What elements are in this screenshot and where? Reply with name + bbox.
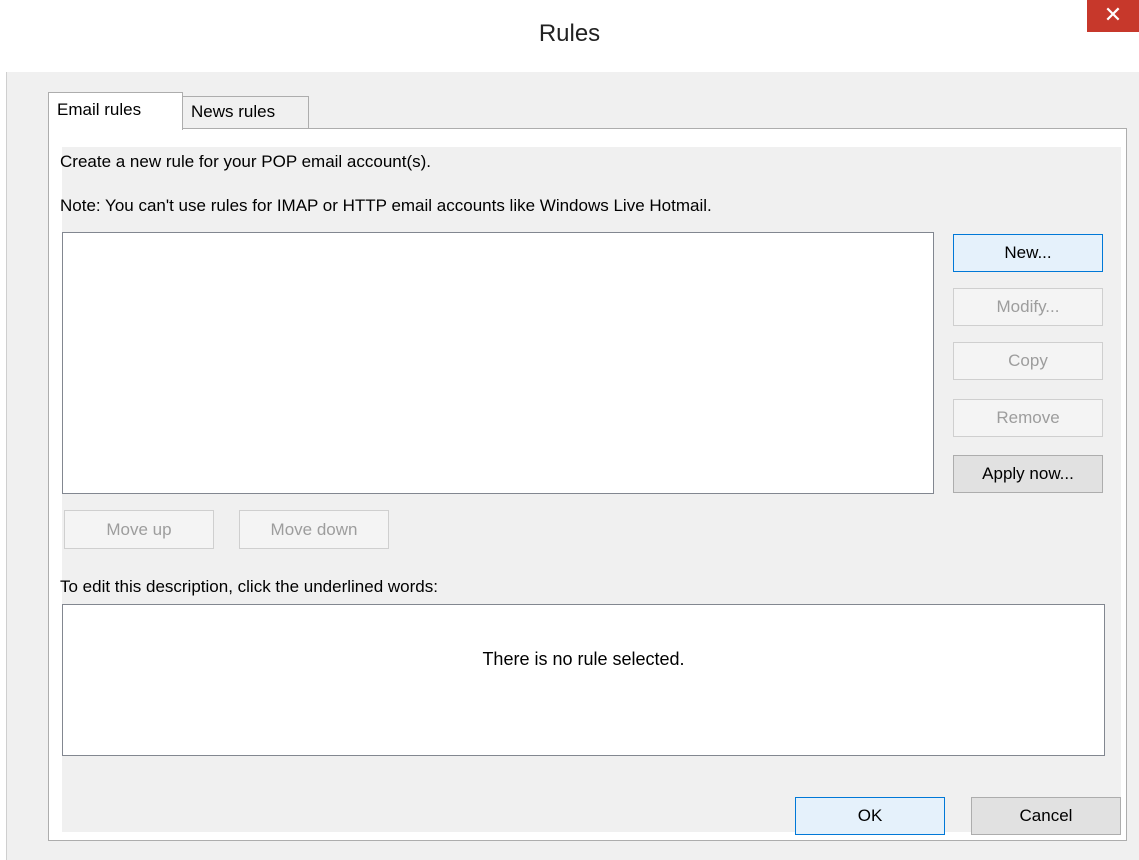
new-rule-button[interactable]: New...	[953, 234, 1103, 272]
title-bar[interactable]: Rules	[0, 10, 1139, 72]
window-title: Rules	[538, 20, 601, 47]
close-icon[interactable]: ✕	[1087, 0, 1139, 32]
tab-news-rules[interactable]: News rules	[182, 96, 309, 128]
rules-list[interactable]	[62, 232, 934, 494]
copy-rule-button[interactable]: Copy	[953, 342, 1103, 380]
tab-email-rules[interactable]: Email rules	[48, 92, 183, 130]
modify-rule-button[interactable]: Modify...	[953, 288, 1103, 326]
intro-text: Create a new rule for your POP email acc…	[60, 152, 432, 171]
move-down-button[interactable]: Move down	[239, 510, 389, 549]
description-label: To edit this description, click the unde…	[60, 577, 438, 596]
move-up-button[interactable]: Move up	[64, 510, 214, 549]
note-text: Note: You can't use rules for IMAP or HT…	[60, 196, 712, 215]
ok-button[interactable]: OK	[795, 797, 945, 835]
remove-rule-button[interactable]: Remove	[953, 399, 1103, 437]
cancel-button[interactable]: Cancel	[971, 797, 1121, 835]
rule-description-text: There is no rule selected.	[482, 649, 685, 669]
apply-now-button[interactable]: Apply now...	[953, 455, 1103, 493]
rule-description-box[interactable]: There is no rule selected.	[62, 604, 1105, 756]
dialog-client-area: Email rules News rules Create a new rule…	[6, 72, 1139, 860]
rules-dialog: Rules ✕ Email rules News rules Create a …	[0, 0, 1139, 860]
